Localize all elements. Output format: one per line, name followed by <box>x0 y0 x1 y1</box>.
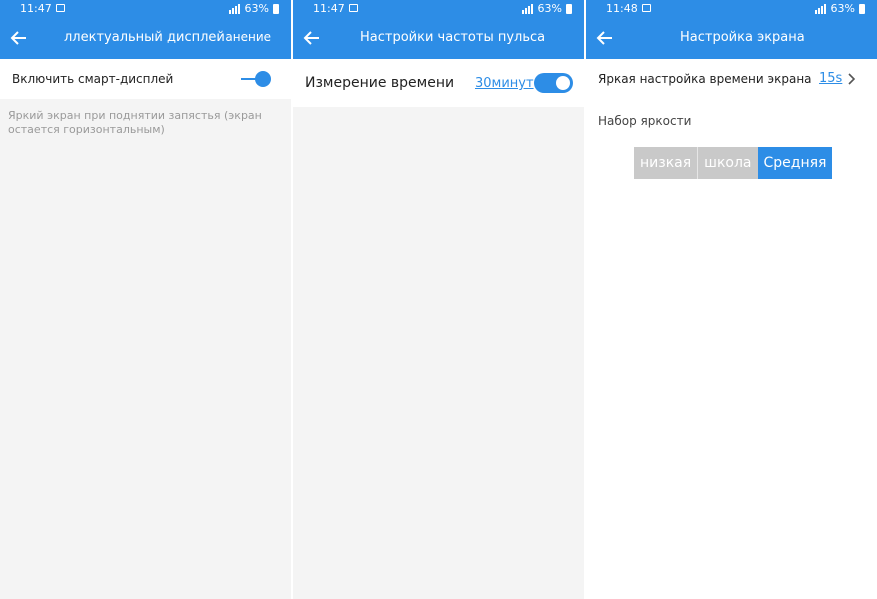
signal-icon <box>814 3 827 14</box>
battery-percent: 63% <box>537 2 562 15</box>
panel-smart-display: 11:47 63% ллектуальный дисплей анение Вк… <box>0 0 291 599</box>
measure-time-row[interactable]: Измерение времени 30минут <box>293 59 584 107</box>
panel-heart-rate: 11:47 63% Настройки частоты пульса Измер… <box>293 0 584 599</box>
smart-display-row: Включить смарт-дисплей <box>0 59 291 99</box>
screen-time-value[interactable]: 15s <box>819 71 842 86</box>
signal-icon <box>228 3 241 14</box>
battery-icon <box>566 3 572 14</box>
notification-icon <box>642 4 651 12</box>
measure-time-label: Измерение времени <box>305 75 455 91</box>
brightness-medium[interactable]: Средняя <box>757 147 833 179</box>
brightness-segmented-control: низкая школа Средняя <box>634 147 833 179</box>
screen-time-label: Яркая настройка времени экрана <box>598 72 812 86</box>
notification-icon <box>56 4 65 12</box>
back-arrow-icon[interactable] <box>301 27 323 49</box>
notification-icon <box>349 4 358 12</box>
status-bar: 11:47 63% <box>293 0 584 18</box>
page-title: Настройки частоты пульса <box>360 30 546 45</box>
status-bar: 11:47 63% <box>0 0 291 18</box>
page-title: Настройка экрана <box>680 30 805 45</box>
screen-time-row[interactable]: Яркая настройка времени экрана 15s <box>586 59 877 99</box>
battery-icon <box>273 3 279 14</box>
status-bar: 11:48 63% <box>586 0 877 18</box>
smart-display-label: Включить смарт-дисплей <box>12 72 174 86</box>
app-bar: Настройки частоты пульса <box>293 18 584 59</box>
app-bar: ллектуальный дисплей анение <box>0 18 291 59</box>
heart-rate-toggle[interactable] <box>534 73 573 93</box>
battery-icon <box>859 3 865 14</box>
brightness-low[interactable]: низкая <box>634 147 698 179</box>
app-bar: Настройка экрана <box>586 18 877 59</box>
back-arrow-icon[interactable] <box>8 27 30 49</box>
back-arrow-icon[interactable] <box>594 27 616 49</box>
save-button[interactable]: анение <box>225 30 271 44</box>
status-time: 11:47 <box>20 2 52 15</box>
status-time: 11:47 <box>313 2 345 15</box>
battery-percent: 63% <box>244 2 269 15</box>
battery-percent: 63% <box>830 2 855 15</box>
brightness-school[interactable]: школа <box>697 147 758 179</box>
page-title: ллектуальный дисплей <box>64 30 225 45</box>
smart-display-toggle[interactable] <box>241 70 273 88</box>
signal-icon <box>521 3 534 14</box>
brightness-label: Набор яркости <box>598 114 692 128</box>
smart-display-hint: Яркий экран при поднятии запястья (экран… <box>8 109 262 136</box>
chevron-right-icon <box>848 73 856 85</box>
panel-screen-settings: 11:48 63% Настройка экрана Яркая настрой… <box>586 0 877 599</box>
status-time: 11:48 <box>606 2 638 15</box>
measure-time-value[interactable]: 30минут <box>475 76 534 91</box>
